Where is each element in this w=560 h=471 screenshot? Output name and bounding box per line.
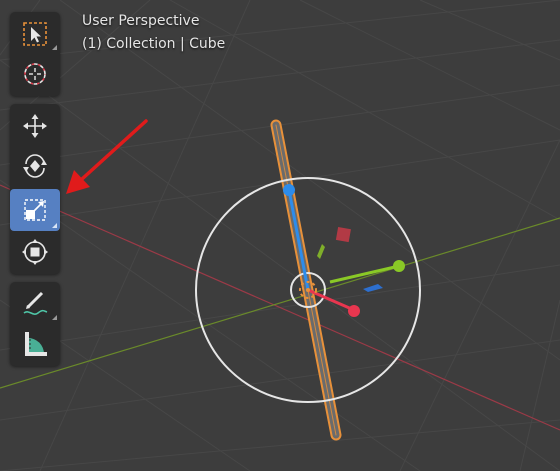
scale-icon [24,199,46,221]
3d-cursor-icon [24,63,46,85]
gizmo-y-axis [329,264,400,284]
gizmo-plane-handle-blue[interactable] [363,284,383,292]
toolbar-annotate-group [10,282,60,366]
transform-icon [22,239,48,265]
gizmo-x-handle[interactable] [348,305,360,317]
select-box-tool[interactable] [10,15,60,53]
viewport-perspective-label: User Perspective [82,13,200,29]
viewport-collection-label: (1) Collection | Cube [82,36,226,52]
move-arrows-icon [23,114,47,138]
gizmo-plane-handle-green[interactable] [317,244,325,259]
scale-tool[interactable] [10,189,60,231]
toolbar-select-group [10,12,60,96]
gizmo-y-handle[interactable] [393,260,405,272]
move-tool[interactable] [10,107,60,145]
annotation-arrow [66,119,148,194]
cursor-box-icon [23,22,47,46]
y-axis-line [0,217,560,389]
toolbar-transform-group [10,104,60,274]
measure-tool[interactable] [10,325,60,363]
gizmo-z-handle[interactable] [283,184,295,196]
cursor-tool[interactable] [10,55,60,93]
rotate-tool[interactable] [10,147,60,185]
measure-ruler-icon [25,332,47,356]
floor-grid [0,0,560,471]
rotate-icon [23,154,47,178]
x-axis-line [0,184,560,431]
gizmo-plane-handle-red[interactable] [335,227,351,243]
annotate-tool[interactable] [10,285,60,323]
origin-dot [306,288,310,292]
3d-viewport[interactable] [0,0,560,471]
transform-tool[interactable] [10,233,60,271]
annotate-pencil-icon [23,291,48,315]
